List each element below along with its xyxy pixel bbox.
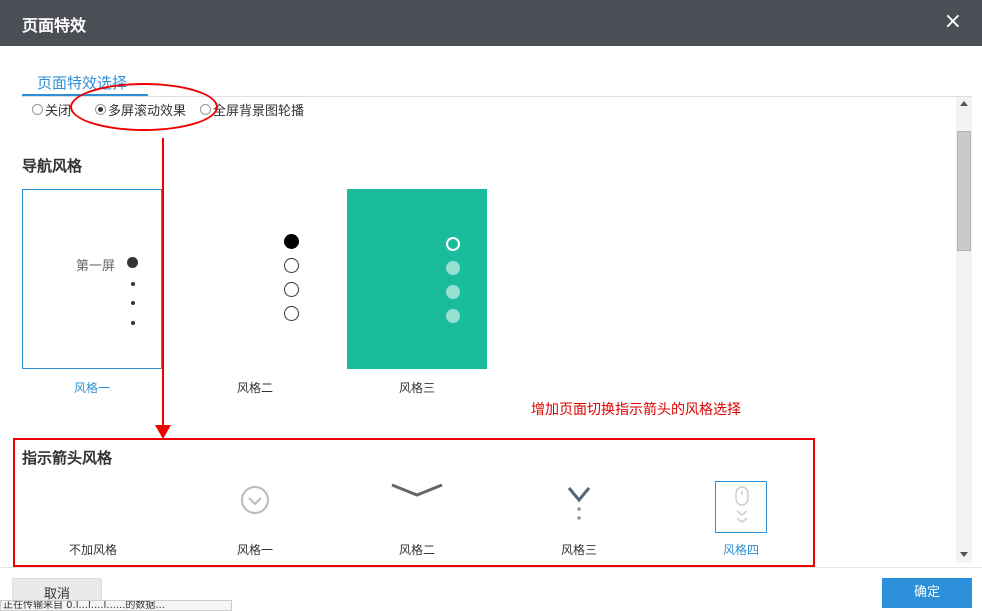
nav-dot-icon	[446, 261, 460, 275]
mouse-scroll-icon	[735, 486, 749, 523]
dialog-title: 页面特效	[22, 16, 87, 35]
footer-divider	[0, 567, 982, 568]
nav-ring-icon	[446, 237, 460, 251]
annotation-arrow-line	[162, 138, 164, 428]
confirm-button[interactable]: 确定	[882, 578, 972, 608]
nav-ring-icon	[284, 282, 299, 297]
dialog-titlebar: 页面特效 ×	[0, 0, 982, 46]
arrow-style-4-label[interactable]: 风格四	[691, 541, 791, 558]
arrow-style-heading: 指示箭头风格	[22, 449, 113, 467]
radio-off-indicator[interactable]	[32, 104, 43, 115]
nav-style-2-preview[interactable]	[185, 189, 325, 369]
annotation-text: 增加页面切换指示箭头的风格选择	[531, 402, 741, 418]
arrow-style-4-preview[interactable]	[715, 481, 767, 533]
nav-style-3-preview[interactable]	[347, 189, 487, 369]
chevron-dots-down-icon[interactable]	[566, 485, 592, 523]
radio-off[interactable]: 关闭	[32, 100, 71, 119]
first-screen-text: 第一屏	[76, 259, 116, 274]
wide-chevron-down-icon[interactable]	[390, 480, 444, 500]
arrow-style-2-label[interactable]: 风格二	[367, 541, 467, 558]
radio-fullscreen-carousel-label: 全屏背景图轮播	[213, 104, 305, 119]
nav-style-option-2[interactable]	[185, 189, 325, 369]
arrow-style-1-label[interactable]: 风格一	[205, 541, 305, 558]
nav-ring-icon	[284, 258, 299, 273]
arrow-style-3-label[interactable]: 风格三	[529, 541, 629, 558]
nav-dot-icon	[127, 257, 138, 268]
nav-style-heading: 导航风格	[22, 157, 83, 175]
circle-chevron-down-icon[interactable]	[240, 485, 270, 515]
nav-style-1-label[interactable]: 风格一	[22, 379, 162, 396]
nav-style-option-3[interactable]	[347, 189, 487, 369]
nav-dot-icon	[446, 309, 460, 323]
nav-dot-icon	[284, 234, 299, 249]
close-icon[interactable]: ×	[944, 10, 962, 34]
nav-style-1-preview[interactable]: 第一屏	[22, 189, 162, 369]
arrow-style-none-label[interactable]: 不加风格	[43, 541, 143, 558]
content-scrollbar[interactable]	[956, 97, 972, 563]
scroll-up-icon[interactable]	[960, 101, 968, 106]
nav-ring-icon	[284, 306, 299, 321]
nav-dot-icon	[446, 285, 460, 299]
radio-off-label: 关闭	[45, 104, 72, 119]
scroll-down-icon[interactable]	[960, 552, 968, 557]
nav-dot-icon	[131, 301, 135, 305]
nav-dot-icon	[131, 282, 135, 286]
browser-status-bar: 正在传输来自 0.l...l....l......的数据...	[0, 600, 232, 611]
annotation-arrow-head-icon	[155, 425, 171, 439]
scroll-thumb[interactable]	[957, 131, 971, 251]
nav-style-option-1[interactable]: 第一屏	[22, 189, 162, 369]
annotation-ellipse	[70, 83, 218, 131]
nav-dot-icon	[131, 321, 135, 325]
nav-style-2-label[interactable]: 风格二	[185, 379, 325, 396]
nav-style-3-label[interactable]: 风格三	[347, 379, 487, 396]
